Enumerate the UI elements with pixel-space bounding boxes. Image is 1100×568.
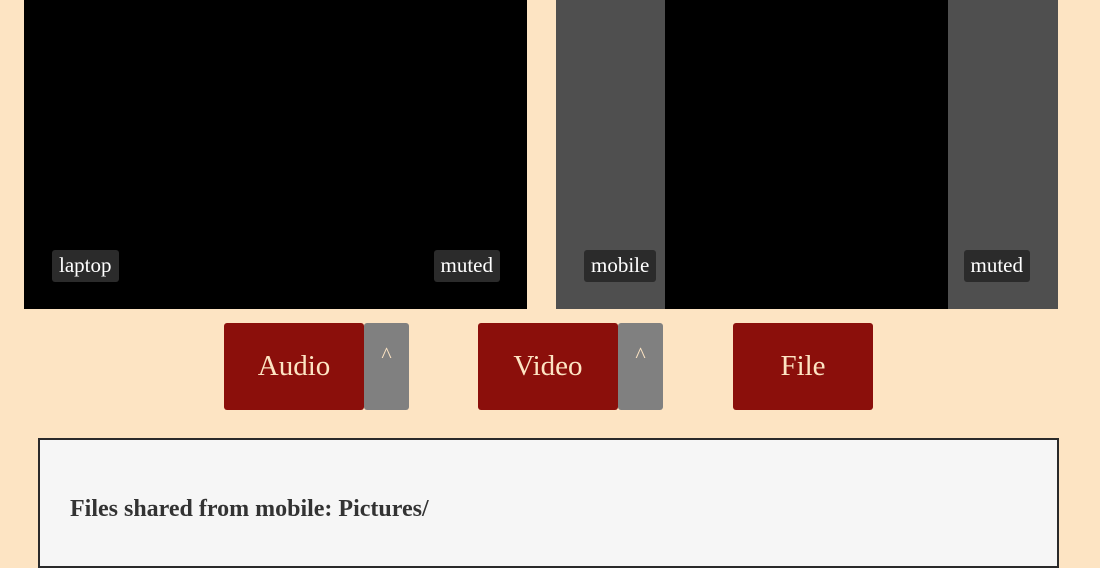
video-button[interactable]: Video bbox=[478, 323, 618, 410]
audio-menu-button[interactable]: ^ bbox=[364, 323, 409, 410]
tile-name-label: mobile bbox=[584, 250, 657, 282]
file-button[interactable]: File bbox=[733, 323, 873, 410]
tile-status-label: muted bbox=[433, 250, 500, 282]
audio-button[interactable]: Audio bbox=[224, 323, 364, 410]
tile-status-label: muted bbox=[963, 250, 1030, 282]
video-menu-button[interactable]: ^ bbox=[618, 323, 663, 410]
video-stream bbox=[665, 0, 948, 309]
tile-name-label: laptop bbox=[52, 250, 119, 282]
shared-files-panel: Files shared from mobile: Pictures/ bbox=[38, 438, 1059, 568]
shared-files-title: Files shared from mobile: Pictures/ bbox=[70, 496, 429, 522]
video-tile-mobile: mobile muted bbox=[556, 0, 1058, 309]
video-tile-laptop: laptop muted bbox=[24, 0, 527, 309]
